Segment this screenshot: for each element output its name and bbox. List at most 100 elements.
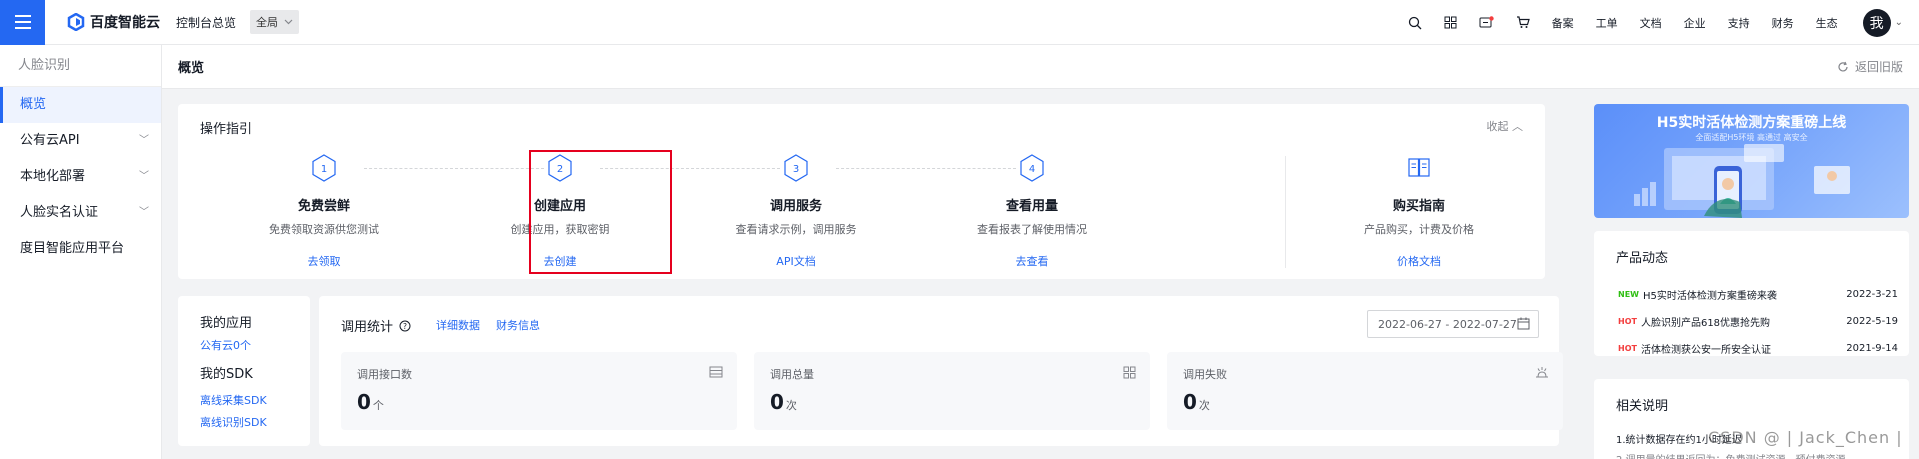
calendar-icon: [1517, 317, 1530, 330]
top-navbar: 百度智能云 控制台总览 全局 备案 工单 文档 企业 支持 财务 生态 我 ⌄: [0, 0, 1919, 45]
news-item[interactable]: HOT 活体检测获公安一所安全认证 2021-9-14: [1618, 341, 1898, 356]
public-cloud-apps-link[interactable]: 公有云0个: [200, 337, 288, 353]
menu-icon[interactable]: [0, 0, 45, 45]
detail-data-link[interactable]: 详细数据: [436, 317, 480, 333]
sidebar-item-overview[interactable]: 概览: [0, 87, 161, 123]
nav-enterprise[interactable]: 企业: [1684, 15, 1706, 31]
banner-illustration: [1634, 144, 1850, 218]
chevron-down-icon: ﹀: [139, 207, 149, 218]
nav-finance[interactable]: 财务: [1772, 15, 1794, 31]
nav-docs[interactable]: 文档: [1640, 15, 1662, 31]
stats-title: 调用统计: [341, 320, 394, 335]
csdn-watermark: CSDN @ | Jack_Chen |: [1708, 428, 1903, 447]
related-notes-card: 相关说明 1.统计数据存在约1小时延迟 2.调用量的结果返回为：免费测试资源、预…: [1594, 379, 1909, 459]
help-icon[interactable]: ?: [399, 320, 411, 332]
my-apps-title: 我的应用: [200, 316, 253, 331]
step-desc: 查看请求示例，调用服务: [735, 223, 857, 236]
sidebar-item-label: 本地化部署: [20, 169, 86, 184]
sidebar-item-local-deploy[interactable]: 本地化部署 ﹀: [0, 159, 161, 195]
purchase-guide: 购买指南 产品购买，计费及价格 价格文档: [1319, 154, 1519, 269]
nav-ticket[interactable]: 工单: [1596, 15, 1618, 31]
metric-value: 0: [770, 390, 784, 414]
news-item[interactable]: HOT 人脸识别产品618优惠抢先购 2022-5-19: [1618, 314, 1898, 329]
collapse-button[interactable]: 收起 ︿: [1487, 118, 1524, 134]
refresh-icon: [1838, 61, 1848, 71]
news-title: 产品动态: [1616, 251, 1669, 266]
step-name: 免费尝鲜: [297, 199, 350, 214]
step-number: 1: [321, 164, 327, 175]
sidebar-title: 人脸识别: [0, 45, 161, 87]
step-number: 3: [793, 164, 799, 175]
metric-total-calls: 调用总量 0次: [754, 352, 1150, 430]
sidebar-item-realname-auth[interactable]: 人脸实名认证 ﹀: [0, 195, 161, 231]
list-icon: [709, 366, 723, 378]
promo-banner[interactable]: H5实时活体检测方案重磅上线 全面适配H5环境 高通过 高安全: [1594, 104, 1909, 218]
news-text: 活体检测获公安一所安全认证: [1640, 345, 1771, 356]
chevron-down-icon: [284, 19, 293, 25]
nav-ecosystem[interactable]: 生态: [1816, 15, 1838, 31]
avatar[interactable]: 我: [1862, 8, 1891, 37]
metric-value-group: 0个: [357, 390, 384, 414]
step-number-icon: 4: [1020, 154, 1044, 182]
finance-info-link[interactable]: 财务信息: [496, 317, 540, 333]
region-select[interactable]: 全局: [250, 10, 300, 34]
back-to-old-version-button[interactable]: 返回旧版: [1837, 58, 1903, 75]
sidebar-item-label: 度目智能应用平台: [20, 241, 125, 256]
grid-icon: [1123, 366, 1136, 379]
step-number-icon: 3: [784, 154, 808, 182]
news-date: 2022-5-19: [1846, 316, 1898, 327]
claim-link[interactable]: 去领取: [224, 253, 424, 269]
operation-guide-card: 操作指引 收起 ︿ 1 免费尝鲜 免费领取资源供您测试 去领取 2 创建应用 创…: [178, 104, 1545, 279]
call-statistics-card: 调用统计 ? 详细数据 财务信息 2022-06-27 - 2022-07-27…: [319, 296, 1563, 446]
step-desc: 产品购买，计费及价格: [1364, 223, 1474, 236]
guide-step-call-service: 3 调用服务 查看请求示例，调用服务 API文档: [696, 154, 896, 269]
message-icon[interactable]: [1469, 0, 1505, 45]
metric-failed-calls: 调用失败 0次: [1167, 352, 1563, 430]
hot-badge: HOT: [1618, 344, 1637, 353]
brand-name: 百度智能云: [90, 15, 160, 31]
related-title: 相关说明: [1616, 399, 1669, 414]
offline-capture-sdk-link[interactable]: 离线采集SDK: [200, 392, 288, 408]
metric-name: 调用总量: [770, 368, 814, 381]
step-number: 4: [1029, 164, 1035, 175]
sidebar-item-label: 概览: [20, 97, 47, 112]
sidebar-item-dumu-platform[interactable]: 度目智能应用平台: [0, 231, 161, 267]
console-overview-link[interactable]: 控制台总览: [176, 14, 236, 31]
sidebar-item-public-cloud-api[interactable]: 公有云API ﹀: [0, 123, 161, 159]
step-number-icon: 1: [312, 154, 336, 182]
metric-unit: 个: [372, 399, 384, 412]
chevron-up-icon: ︿: [1512, 120, 1523, 133]
news-text: 人脸识别产品618优惠抢先购: [1640, 318, 1771, 329]
step-name: 调用服务: [769, 199, 822, 214]
chevron-down-icon[interactable]: ⌄: [1895, 17, 1903, 28]
sidebar-item-label: 人脸实名认证: [20, 205, 99, 220]
collapse-label: 收起: [1486, 120, 1509, 133]
nav-beian[interactable]: 备案: [1552, 15, 1574, 31]
metric-value-group: 0次: [770, 390, 797, 414]
metric-value: 0: [357, 390, 371, 414]
apps-grid-icon[interactable]: [1433, 0, 1469, 45]
price-doc-link[interactable]: 价格文档: [1319, 253, 1519, 269]
search-icon[interactable]: [1397, 0, 1433, 45]
view-usage-link[interactable]: 去查看: [932, 253, 1132, 269]
api-doc-link[interactable]: API文档: [696, 253, 896, 269]
product-news-card: 产品动态 NEW H5实时活体检测方案重磅来袭 2022-3-21 HOT 人脸…: [1594, 231, 1909, 356]
brand-logo[interactable]: 百度智能云: [67, 12, 160, 32]
offline-recognition-sdk-link[interactable]: 离线识别SDK: [200, 414, 288, 430]
news-date: 2022-3-21: [1846, 289, 1898, 300]
news-text: H5实时活体检测方案重磅来袭: [1642, 291, 1777, 302]
news-item[interactable]: NEW H5实时活体检测方案重磅来袭 2022-3-21: [1618, 287, 1898, 302]
back-old-label: 返回旧版: [1854, 60, 1903, 74]
guide-title: 操作指引: [200, 122, 253, 137]
date-range-picker[interactable]: 2022-06-27 - 2022-07-27: [1367, 310, 1539, 338]
svg-text:?: ?: [403, 322, 407, 331]
cart-icon[interactable]: [1505, 0, 1541, 45]
metric-name: 调用失败: [1183, 368, 1227, 381]
page-title: 概览: [178, 61, 205, 76]
my-apps-card: 我的应用 公有云0个 我的SDK 离线采集SDK 离线识别SDK: [178, 296, 310, 446]
metric-value-group: 0次: [1183, 390, 1210, 414]
nav-support[interactable]: 支持: [1728, 15, 1750, 31]
my-sdk-title: 我的SDK: [200, 367, 253, 382]
guide-step-free-trial: 1 免费尝鲜 免费领取资源供您测试 去领取: [224, 154, 424, 269]
related-note-2: 2.调用量的结果返回为：免费测试资源、预付费资源: [1616, 451, 1846, 459]
